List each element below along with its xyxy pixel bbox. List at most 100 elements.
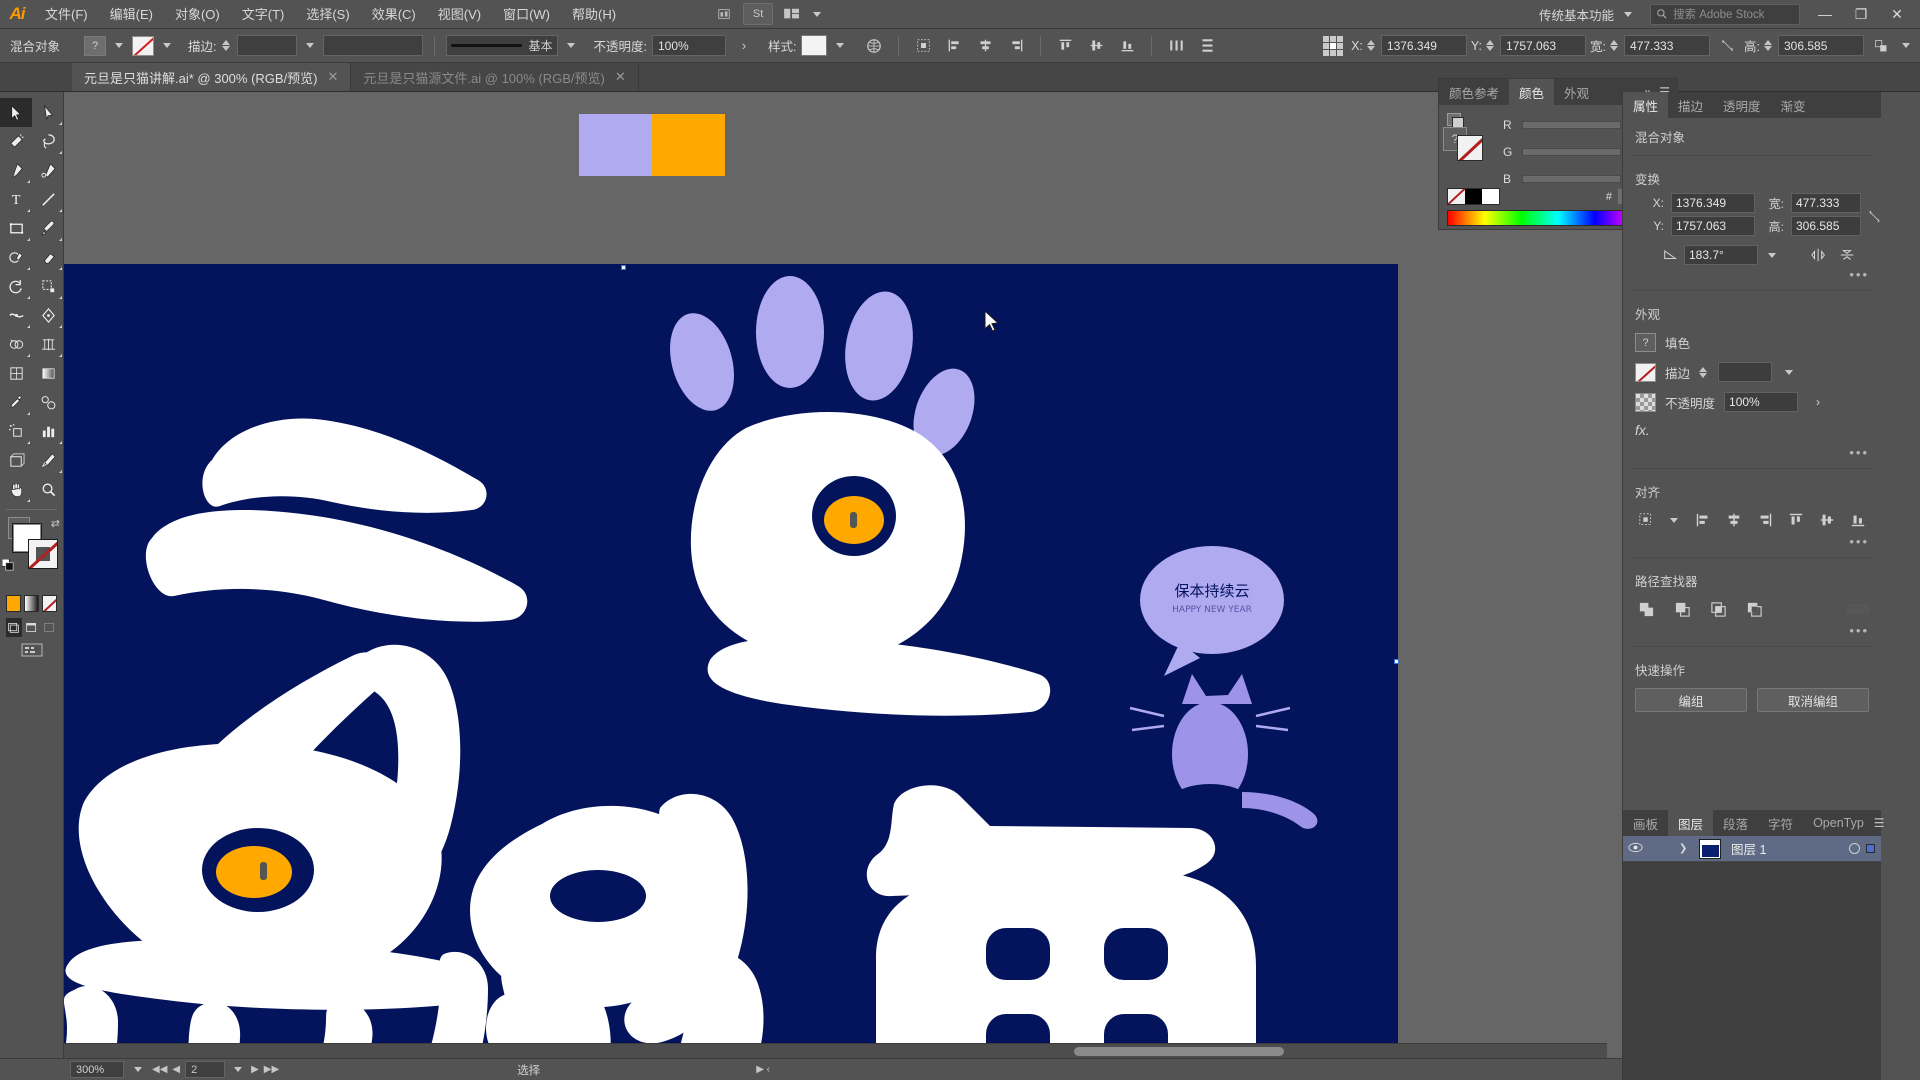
fx-button[interactable]: fx. bbox=[1635, 422, 1650, 438]
width-input[interactable]: 477.333 bbox=[1624, 35, 1711, 56]
align-center-h-icon[interactable] bbox=[972, 34, 998, 58]
appearance-opacity-input[interactable]: 100% bbox=[1724, 392, 1799, 412]
align-to-chevron-icon[interactable] bbox=[1670, 517, 1679, 523]
stroke-profile-dropdown[interactable]: 基本 bbox=[445, 35, 558, 56]
swatch-white[interactable] bbox=[1482, 189, 1499, 204]
arrange-documents-icon[interactable] bbox=[777, 3, 807, 25]
layer-row[interactable]: ❯ 图层 1 bbox=[1623, 836, 1881, 862]
full-screen-menu-mode-icon[interactable] bbox=[24, 618, 40, 637]
stroke-variable-width-dropdown[interactable] bbox=[322, 35, 423, 56]
default-fill-stroke-icon[interactable] bbox=[1, 558, 15, 575]
slice-tool[interactable] bbox=[32, 446, 64, 475]
prev-artboard-icon[interactable]: ◀ bbox=[172, 1064, 180, 1075]
transform-more-options-icon[interactable]: ••• bbox=[1623, 265, 1881, 286]
shaper-tool[interactable] bbox=[0, 243, 32, 272]
normal-screen-mode-icon[interactable] bbox=[6, 618, 22, 637]
y-input[interactable]: 1757.063 bbox=[1500, 35, 1587, 56]
b-slider[interactable] bbox=[1522, 174, 1621, 183]
zoom-tool[interactable] bbox=[32, 475, 64, 504]
stroke-color-indicator[interactable] bbox=[28, 539, 58, 569]
properties-reference-point[interactable] bbox=[1633, 203, 1635, 229]
artboard[interactable]: 保本持续云 HAPPY NEW YEAR bbox=[64, 264, 1398, 1060]
minimize-button[interactable]: — bbox=[1808, 2, 1842, 26]
height-input[interactable]: 306.585 bbox=[1778, 35, 1864, 56]
pathfinder-exclude-icon[interactable] bbox=[1743, 599, 1765, 619]
align-left-icon[interactable] bbox=[941, 34, 967, 58]
tab-appearance[interactable]: 外观 bbox=[1554, 79, 1600, 105]
pathfinder-intersect-icon[interactable] bbox=[1707, 599, 1729, 619]
none-swatch-button[interactable] bbox=[42, 595, 57, 612]
recolor-artwork-icon[interactable] bbox=[861, 34, 887, 58]
properties-x-input[interactable]: 1376.349 bbox=[1671, 193, 1755, 213]
tab-transparency[interactable]: 透明度 bbox=[1713, 92, 1771, 118]
ungroup-button[interactable]: 取消编组 bbox=[1757, 688, 1869, 712]
layer-expand-chevron-icon[interactable]: ❯ bbox=[1679, 843, 1693, 854]
align-right-button[interactable] bbox=[1754, 510, 1775, 530]
direct-selection-tool[interactable] bbox=[32, 98, 64, 127]
opacity-input[interactable]: 100% bbox=[651, 35, 726, 56]
r-slider[interactable] bbox=[1522, 120, 1621, 129]
properties-y-input[interactable]: 1757.063 bbox=[1671, 216, 1755, 236]
layer-target-icon[interactable] bbox=[1849, 843, 1860, 854]
distribute-v-icon[interactable] bbox=[1194, 34, 1220, 58]
gradient-swatch-button[interactable] bbox=[24, 595, 39, 612]
stock-search-input[interactable]: 搜索 Adobe Stock bbox=[1650, 3, 1800, 25]
mesh-tool[interactable] bbox=[0, 359, 32, 388]
rotate-tool[interactable] bbox=[0, 272, 32, 301]
graphic-style-swatch[interactable] bbox=[801, 35, 828, 56]
flip-horizontal-icon[interactable] bbox=[1808, 245, 1830, 265]
align-left-button[interactable] bbox=[1692, 510, 1713, 530]
align-bottom-icon[interactable] bbox=[1114, 34, 1140, 58]
line-segment-tool[interactable] bbox=[32, 185, 64, 214]
tab-color-guide[interactable]: 颜色参考 bbox=[1439, 79, 1510, 105]
style-chevron-down-icon[interactable] bbox=[836, 43, 845, 48]
appearance-stroke-swatch[interactable] bbox=[1635, 362, 1656, 382]
last-artboard-icon[interactable]: ▶▶ bbox=[264, 1064, 279, 1075]
workspace-switcher[interactable]: 传统基本功能 bbox=[1531, 3, 1644, 25]
tab-color[interactable]: 颜色 bbox=[1509, 79, 1555, 105]
pathfinder-unite-icon[interactable] bbox=[1635, 599, 1657, 619]
stroke-chevron-down-icon[interactable] bbox=[163, 43, 172, 48]
tab-paragraph[interactable]: 段落 bbox=[1713, 810, 1759, 836]
properties-constrain-icon[interactable] bbox=[1867, 193, 1882, 239]
stroke-weight-stepper[interactable] bbox=[221, 40, 230, 51]
tab-gradient[interactable]: 渐变 bbox=[1770, 92, 1816, 118]
eraser-tool[interactable] bbox=[32, 243, 64, 272]
pen-tool[interactable] bbox=[0, 156, 32, 185]
selection-handle-top[interactable] bbox=[621, 265, 626, 270]
menu-file[interactable]: 文件(F) bbox=[34, 0, 99, 29]
x-input[interactable]: 1376.349 bbox=[1380, 35, 1467, 56]
gradient-tool[interactable] bbox=[32, 359, 64, 388]
eyedropper-tool[interactable] bbox=[0, 388, 32, 417]
menu-help[interactable]: 帮助(H) bbox=[561, 0, 627, 29]
align-to-dropdown-icon[interactable] bbox=[1635, 510, 1656, 530]
width-stepper[interactable] bbox=[1610, 40, 1619, 51]
column-graph-tool[interactable] bbox=[32, 417, 64, 446]
fill-color-swatch[interactable]: ? bbox=[84, 35, 107, 56]
tab-artboards[interactable]: 画板 bbox=[1623, 810, 1669, 836]
perspective-grid-tool[interactable] bbox=[32, 330, 64, 359]
tab-properties[interactable]: 属性 bbox=[1623, 92, 1669, 118]
align-middle-v-button[interactable] bbox=[1817, 510, 1838, 530]
rotate-angle-input[interactable]: 183.7° bbox=[1684, 245, 1758, 265]
constrain-proportions-icon[interactable] bbox=[1714, 34, 1740, 58]
pathfinder-minus-front-icon[interactable] bbox=[1671, 599, 1693, 619]
appearance-more-options-icon[interactable]: ••• bbox=[1623, 443, 1881, 464]
arrange-chevron-down-icon[interactable] bbox=[813, 11, 822, 17]
tab-opentype[interactable]: OpenTyp bbox=[1803, 810, 1874, 836]
layer-name[interactable]: 图层 1 bbox=[1727, 839, 1843, 858]
x-stepper[interactable] bbox=[1366, 40, 1375, 51]
artboard-chevron-down-icon[interactable] bbox=[234, 1067, 243, 1072]
paintbrush-tool[interactable] bbox=[32, 214, 64, 243]
properties-width-input[interactable]: 477.333 bbox=[1791, 193, 1861, 213]
stroke-weight-input[interactable] bbox=[236, 35, 297, 56]
transform-panel-icon[interactable] bbox=[1868, 34, 1894, 58]
stock-icon[interactable]: St bbox=[743, 3, 774, 25]
menu-effect[interactable]: 效果(C) bbox=[361, 0, 427, 29]
menu-edit[interactable]: 编辑(E) bbox=[99, 0, 164, 29]
restore-button[interactable]: ❐ bbox=[1844, 2, 1878, 26]
magic-wand-tool[interactable] bbox=[0, 127, 32, 156]
selection-handle-right[interactable] bbox=[1394, 659, 1399, 664]
fill-chevron-down-icon[interactable] bbox=[115, 43, 124, 48]
appearance-stroke-chevron-down-icon[interactable] bbox=[1785, 369, 1794, 375]
